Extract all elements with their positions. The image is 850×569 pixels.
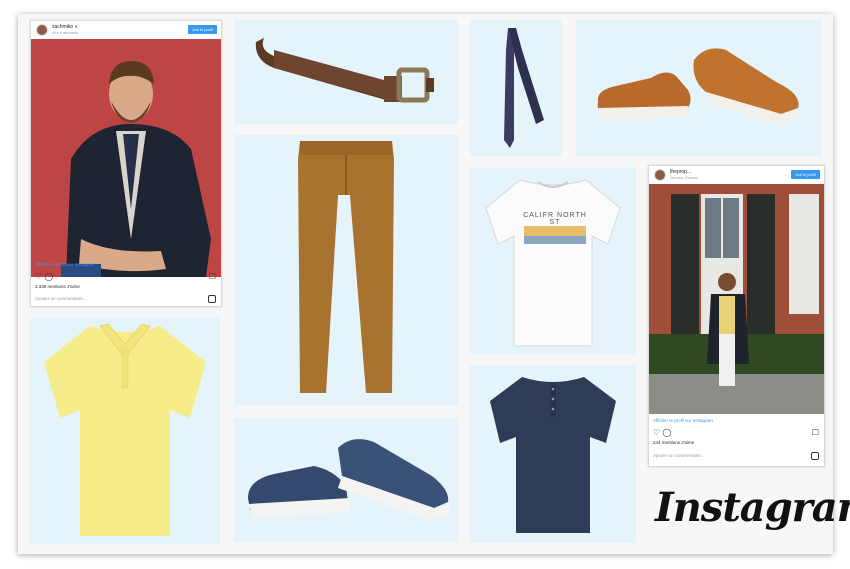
product-tie[interactable] bbox=[470, 20, 562, 156]
instagram-brand-logo: Instagram bbox=[655, 484, 850, 531]
post-username[interactable]: zachmiko ● 414 k abonnés bbox=[52, 24, 78, 36]
product-suede-shoes[interactable] bbox=[576, 20, 822, 156]
post-actions: ♡ ◯ bbox=[35, 272, 53, 281]
product-chinos[interactable] bbox=[234, 135, 458, 405]
comment-icon[interactable]: ◯ bbox=[662, 428, 671, 437]
post-subtitle: 414 k abonnés bbox=[52, 30, 79, 35]
product-sneakers[interactable] bbox=[234, 418, 458, 542]
suede-shoes-image bbox=[597, 48, 799, 124]
post-subtitle: Ganvia, Ontario bbox=[670, 175, 699, 180]
bookmark-icon[interactable]: ☐ bbox=[209, 272, 216, 281]
instagram-icon[interactable] bbox=[208, 295, 216, 303]
post-actions: ♡ ◯ bbox=[653, 428, 671, 437]
comment-input[interactable]: Ajouter un commentaire... bbox=[653, 453, 705, 458]
chinos-image bbox=[298, 141, 394, 393]
post-username[interactable]: theprop... Ganvia, Ontario bbox=[670, 169, 698, 181]
post-header: zachmiko ● 414 k abonnés Voir le profil bbox=[31, 21, 221, 39]
profile-link[interactable]: Afficher le profil sur Instagram bbox=[35, 262, 95, 267]
product-henley-shirt[interactable] bbox=[470, 365, 636, 543]
comment-input[interactable]: Ajouter un commentaire... bbox=[35, 296, 87, 301]
belt-image bbox=[255, 38, 434, 103]
product-belt[interactable] bbox=[234, 20, 458, 124]
instagram-post-2: theprop... Ganvia, Ontario Voir le profi… bbox=[648, 165, 825, 467]
profile-link[interactable]: Afficher le profil sur Instagram bbox=[653, 418, 713, 423]
product-graphic-tshirt[interactable]: CALIFR NORTH ST bbox=[470, 168, 636, 354]
sneakers-image bbox=[248, 439, 450, 520]
likes-count: 3.339 mentions J'aime bbox=[35, 284, 80, 289]
post-photo[interactable] bbox=[649, 184, 824, 414]
view-profile-button[interactable]: Voir le profil bbox=[791, 170, 820, 179]
instagram-icon[interactable] bbox=[811, 452, 819, 460]
graphic-tshirt-image bbox=[485, 179, 621, 347]
heart-icon[interactable]: ♡ bbox=[653, 428, 660, 437]
comment-icon[interactable]: ◯ bbox=[44, 272, 53, 281]
likes-count: 244 mentions J'aime bbox=[653, 440, 695, 445]
product-polo-shirt[interactable] bbox=[30, 318, 220, 544]
henley-shirt-image bbox=[490, 377, 616, 533]
avatar[interactable] bbox=[654, 169, 666, 181]
instagram-post-1: zachmiko ● 414 k abonnés Voir le profil … bbox=[30, 20, 222, 307]
view-profile-button[interactable]: Voir le profil bbox=[188, 25, 217, 34]
post-photo[interactable] bbox=[31, 39, 221, 277]
bookmark-icon[interactable]: ☐ bbox=[812, 428, 819, 437]
tie-image bbox=[504, 28, 544, 148]
post-header: theprop... Ganvia, Ontario Voir le profi… bbox=[649, 166, 824, 184]
polo-shirt-image bbox=[44, 323, 206, 536]
tshirt-print-text: CALIFR NORTH ST bbox=[523, 212, 587, 226]
heart-icon[interactable]: ♡ bbox=[35, 272, 42, 281]
avatar[interactable] bbox=[36, 24, 48, 36]
